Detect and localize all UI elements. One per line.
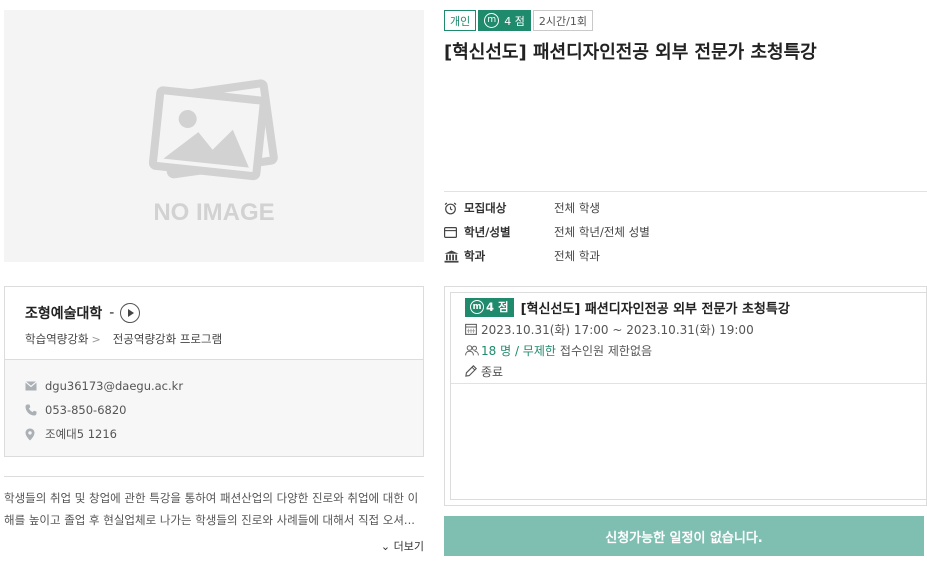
points-badge-label: 4 점 <box>504 14 525 28</box>
meta-label-department: 학과 <box>464 249 486 263</box>
description-line-1: 학생들의 취업 및 창업에 관한 특강을 통하여 패션산업의 다양한 진로와 취… <box>4 491 419 505</box>
schedule-capacity-row: 18 명 / 무제한 접수인원 제한없음 <box>465 340 912 360</box>
contact-location: 조예대5 1216 <box>45 427 117 441</box>
description-line-2: 해를 높이고 졸업 후 현실업체로 나가는 학생들의 진로와 사례들에 대해서 … <box>4 513 415 527</box>
breadcrumb-item-2[interactable]: 전공역량강화 프로그램 <box>113 331 222 347</box>
meta-label-target: 모집대상 <box>464 201 507 215</box>
schedule-list: m 4 점 [혁신선도] 패션디자인전공 외부 전문가 초청특강 2023.10… <box>444 286 927 506</box>
meta-label-grade-gender: 학년/성별 <box>464 225 511 239</box>
schedule-points: 4 점 <box>486 300 509 314</box>
schedule-datetime-row: 2023.10.31(화) 17:00 ~ 2023.10.31(화) 19:0… <box>465 319 912 339</box>
contact-location-row: 조예대5 1216 <box>25 422 403 446</box>
meta-value-target: 전체 학생 <box>554 201 600 215</box>
alarm-clock-icon <box>444 202 464 215</box>
mileage-m-icon: m <box>484 13 500 28</box>
chevron-right-icon: > <box>91 332 101 346</box>
department-card: 조형예술대학 - 학습역량강화 > 전공역량강화 프로그램 dgu36173@d… <box>4 286 424 457</box>
schedule-status: 종료 <box>481 364 504 379</box>
meta-row-grade-gender: 학년/성별 전체 학년/전체 성별 <box>444 220 927 244</box>
play-icon <box>128 309 135 317</box>
department-dash: - <box>109 305 115 321</box>
image-placeholder-icon <box>149 79 278 181</box>
calendar-icon <box>465 323 481 335</box>
program-meta: 모집대상 전체 학생 학년/성별 전체 학년/전체 성별 학과 전체 학과 <box>444 191 927 268</box>
meta-value-department: 전체 학과 <box>554 249 600 263</box>
schedule-title: [혁신선도] 패션디자인전공 외부 전문가 초청특강 <box>520 301 790 317</box>
schedule-points-badge: m 4 점 <box>465 297 514 317</box>
meta-row-department: 학과 전체 학과 <box>444 244 927 268</box>
mileage-m-icon: m <box>470 300 484 314</box>
users-icon <box>465 344 481 356</box>
program-image-placeholder: NO IMAGE <box>4 10 424 262</box>
more-button[interactable]: ⌄ 더보기 <box>381 538 424 554</box>
apply-button[interactable]: 신청가능한 일정이 없습니다. <box>444 516 924 556</box>
id-card-icon <box>444 226 464 238</box>
pen-icon <box>465 365 481 377</box>
schedule-item[interactable]: m 4 점 [혁신선도] 패션디자인전공 외부 전문가 초청특강 2023.10… <box>451 293 926 384</box>
phone-icon <box>25 404 45 416</box>
schedule-list-inner: m 4 점 [혁신선도] 패션디자인전공 외부 전문가 초청특강 2023.10… <box>450 292 926 500</box>
envelope-icon <box>25 381 45 391</box>
department-header: 조형예술대학 - 학습역량강화 > 전공역량강화 프로그램 <box>5 287 423 360</box>
type-badge: 개인 <box>444 10 477 31</box>
schedule-status-row: 종료 <box>465 361 912 381</box>
chevron-down-icon: ⌄ <box>380 540 391 553</box>
meta-value-grade-gender: 전체 학년/전체 성별 <box>554 225 650 239</box>
contact-phone-row: 053-850-6820 <box>25 398 403 422</box>
schedule-capacity-note: 접수인원 제한없음 <box>559 343 653 358</box>
contact-email[interactable]: dgu36173@daegu.ac.kr <box>45 379 183 393</box>
duration-badge: 2시간/1회 <box>532 10 593 31</box>
page-title: [혁신선도] 패션디자인전공 외부 전문가 초청특강 <box>444 42 817 63</box>
points-badge: m 4 점 <box>478 10 531 31</box>
schedule-capacity-count: 18 명 / 무제한 <box>481 343 556 358</box>
institution-icon <box>444 250 464 263</box>
contact-phone[interactable]: 053-850-6820 <box>45 403 126 417</box>
contact-email-row: dgu36173@daegu.ac.kr <box>25 374 403 398</box>
breadcrumb-item-1[interactable]: 학습역량강화 <box>25 331 88 347</box>
department-play-button[interactable] <box>120 303 141 323</box>
program-description: 학생들의 취업 및 창업에 관한 특강을 통하여 패션산업의 다양한 진로와 취… <box>4 476 424 553</box>
schedule-datetime: 2023.10.31(화) 17:00 ~ 2023.10.31(화) 19:0… <box>481 322 754 337</box>
more-label: 더보기 <box>393 540 424 553</box>
meta-row-target: 모집대상 전체 학생 <box>444 196 927 220</box>
breadcrumb: 학습역량강화 > 전공역량강화 프로그램 <box>25 331 403 347</box>
department-name: 조형예술대학 <box>25 306 103 322</box>
department-contact: dgu36173@daegu.ac.kr 053-850-6820 조예대5 1… <box>5 360 423 456</box>
no-image-text: NO IMAGE <box>153 199 275 226</box>
map-pin-icon <box>25 428 45 441</box>
program-badges: 개인 m 4 점 2시간/1회 <box>444 10 593 31</box>
